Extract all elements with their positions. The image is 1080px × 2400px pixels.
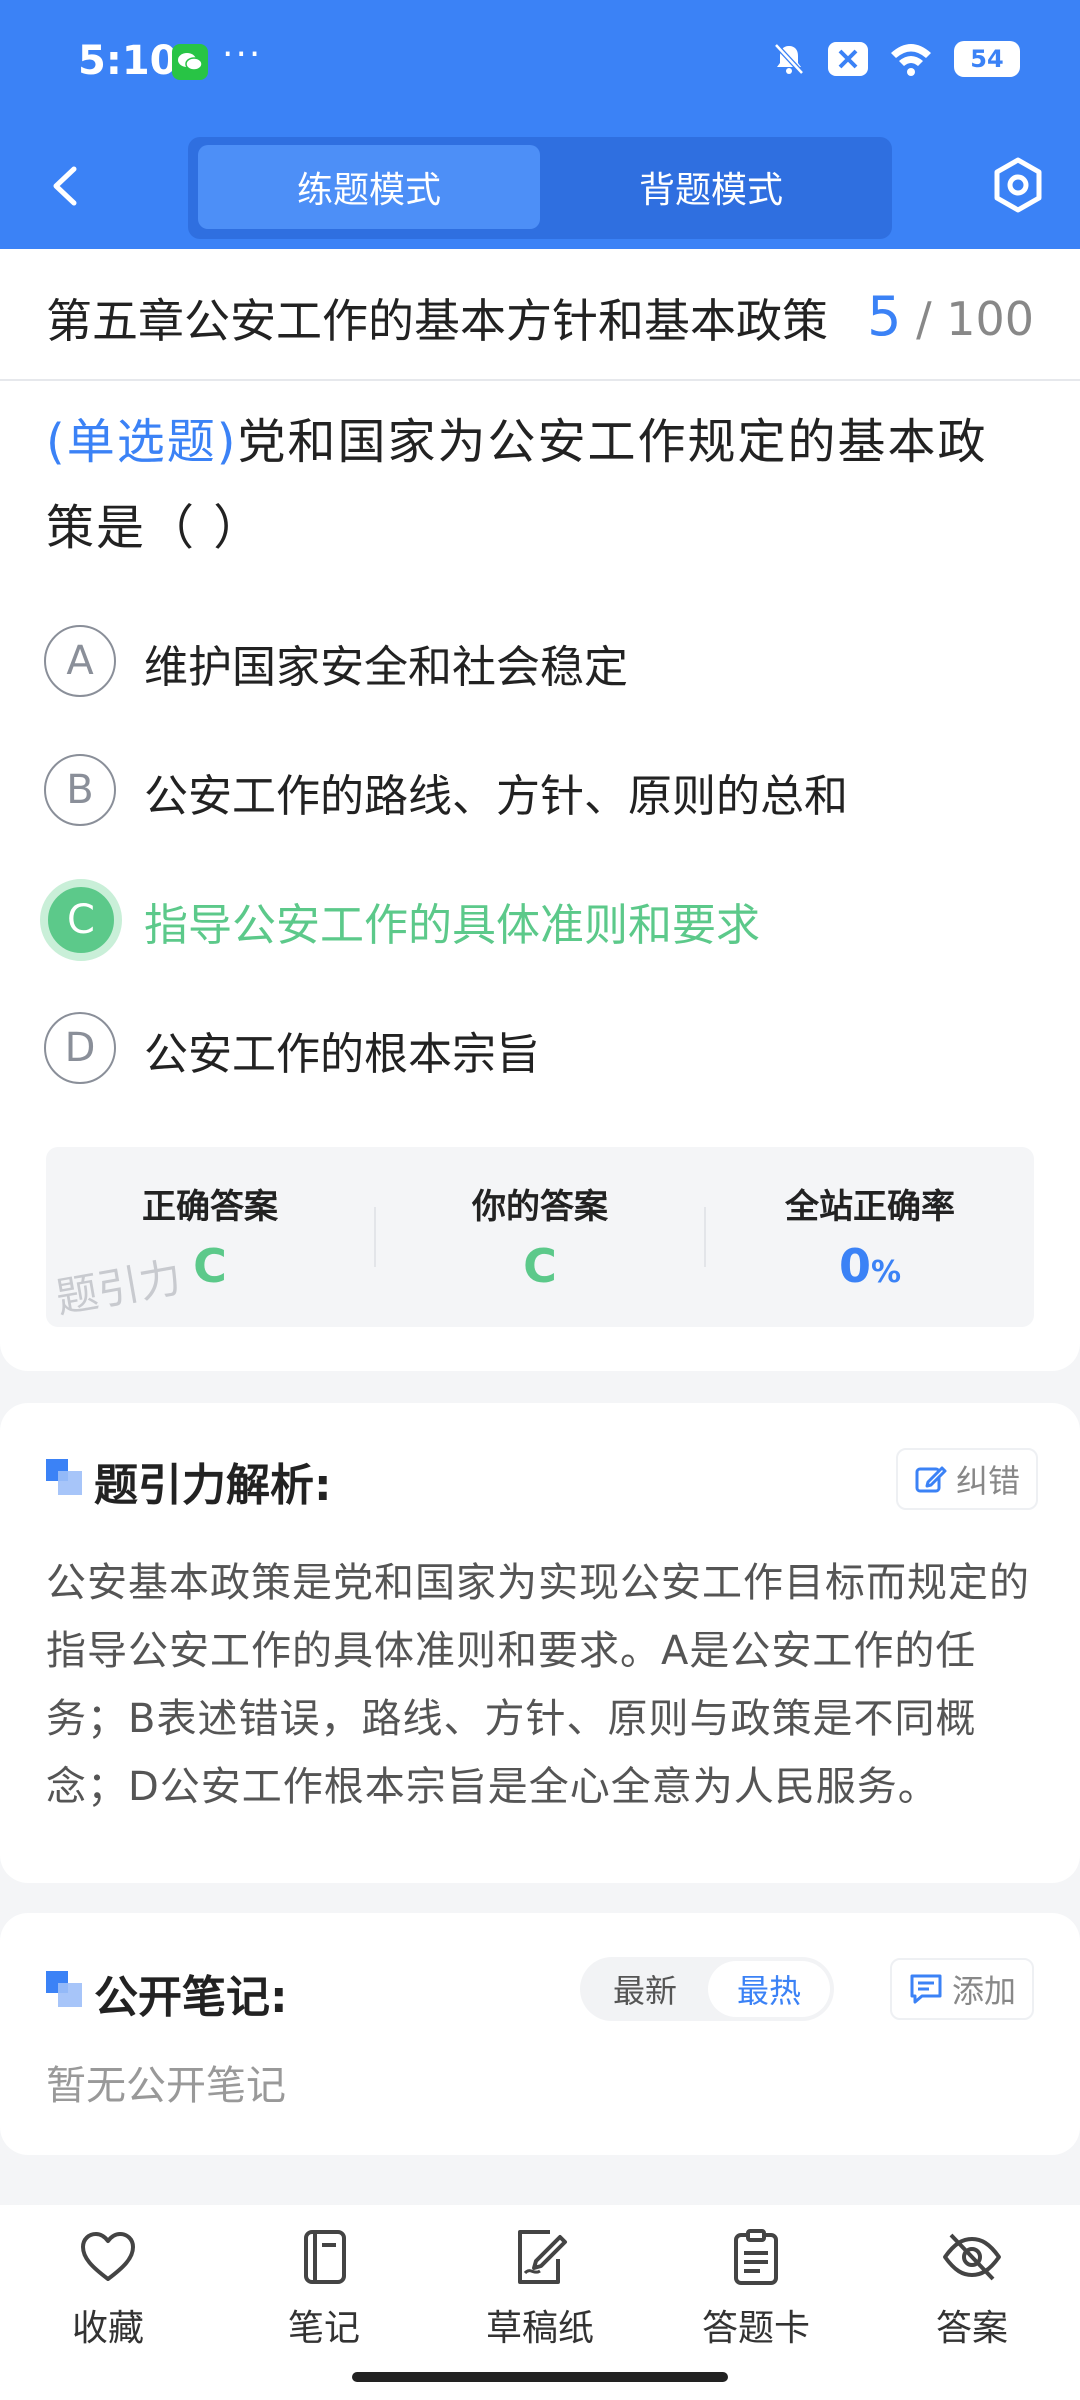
notes-title: 公开笔记: bbox=[94, 1972, 288, 2023]
accuracy-column: 全站正确率 0% bbox=[706, 1147, 1034, 1327]
edit-icon bbox=[915, 1466, 947, 1493]
option-letter: D bbox=[44, 1012, 116, 1084]
accuracy-number: 0 bbox=[838, 1239, 871, 1293]
bottom-toolbar: 收藏 笔记 草稿纸 答题卡 答案 bbox=[0, 2205, 1080, 2400]
option-text: 公安工作的根本宗旨 bbox=[144, 1029, 540, 1080]
public-notes-card: 公开笔记: 最新 最热 添加 暂无公开笔记 bbox=[0, 1913, 1080, 2155]
wechat-notification-icon bbox=[172, 44, 208, 80]
your-answer-value: C bbox=[523, 1239, 557, 1293]
notes-button[interactable]: 笔记 bbox=[249, 2229, 399, 2359]
option-text: 指导公安工作的具体准则和要求 bbox=[144, 900, 760, 951]
favorite-button[interactable]: 收藏 bbox=[33, 2229, 183, 2359]
add-note-label: 添加 bbox=[952, 1972, 1017, 2010]
chapter-row: 第五章公安工作的基本方针和基本政策 5 / 100 bbox=[0, 249, 1080, 381]
tool-label: 答题卡 bbox=[701, 2308, 810, 2349]
chapter-title: 第五章公安工作的基本方针和基本政策 bbox=[46, 294, 828, 348]
comment-icon bbox=[910, 1974, 942, 2004]
option-b[interactable]: B 公安工作的路线、方针、原则的总和 bbox=[44, 748, 1034, 838]
your-answer-column: 你的答案 C bbox=[376, 1147, 704, 1327]
answer-summary: 正确答案 C 你的答案 C 全站正确率 0% 题引力 bbox=[46, 1147, 1034, 1327]
accuracy-unit: % bbox=[870, 1255, 902, 1290]
tab-practice-mode[interactable]: 练题模式 bbox=[198, 145, 540, 229]
your-answer-label: 你的答案 bbox=[472, 1187, 608, 1227]
settings-icon[interactable] bbox=[988, 155, 1048, 215]
correct-answer-label: 正确答案 bbox=[142, 1187, 278, 1227]
question-card: 第五章公安工作的基本方针和基本政策 5 / 100 (单选题)党和国家为公安工作… bbox=[0, 249, 1080, 1371]
status-time: 5:10 bbox=[78, 38, 178, 84]
scratch-paper-button[interactable]: 草稿纸 bbox=[465, 2229, 615, 2359]
total-questions: / 100 bbox=[916, 292, 1034, 346]
sort-hottest[interactable]: 最热 bbox=[708, 1961, 830, 2017]
option-letter: C bbox=[40, 879, 122, 961]
current-question-number: 5 bbox=[867, 285, 902, 348]
nav-row: 练题模式 背题模式 bbox=[0, 125, 1080, 249]
close-notification-icon bbox=[828, 42, 868, 76]
report-error-button[interactable]: 纠错 bbox=[896, 1448, 1039, 1510]
notes-sort-toggle: 最新 最热 bbox=[580, 1957, 834, 2021]
option-d[interactable]: D 公安工作的根本宗旨 bbox=[44, 1006, 1034, 1096]
tool-label: 草稿纸 bbox=[485, 2308, 594, 2349]
wifi-icon bbox=[891, 44, 931, 76]
section-icon bbox=[46, 1459, 82, 1495]
accuracy-label: 全站正确率 bbox=[785, 1187, 955, 1227]
option-text: 公安工作的路线、方针、原则的总和 bbox=[144, 771, 848, 822]
report-error-label: 纠错 bbox=[956, 1462, 1021, 1500]
tab-memorize-mode[interactable]: 背题模式 bbox=[540, 145, 882, 229]
heart-icon bbox=[81, 2232, 135, 2281]
draft-icon bbox=[518, 2230, 567, 2284]
status-icons: 54 bbox=[770, 40, 1020, 78]
app-header: 5:10 ··· 54 练题模式 背题模式 bbox=[0, 0, 1080, 249]
analysis-text: 公安基本政策是党和国家为实现公安工作目标而规定的指导公安工作的具体准则和要求。A… bbox=[46, 1560, 1030, 1810]
eye-off-icon bbox=[943, 2233, 1001, 2281]
analysis-card: 题引力解析: 纠错 公安基本政策是党和国家为实现公安工作目标而规定的指导公安工作… bbox=[0, 1403, 1080, 1883]
empty-notes-text: 暂无公开笔记 bbox=[46, 2063, 286, 2109]
tool-label: 答案 bbox=[935, 2308, 1008, 2349]
question-type: (单选题) bbox=[46, 414, 238, 470]
back-arrow-icon[interactable] bbox=[42, 161, 92, 211]
show-answer-button[interactable]: 答案 bbox=[897, 2229, 1047, 2359]
notebook-icon bbox=[304, 2230, 346, 2284]
mode-switch: 练题模式 背题模式 bbox=[188, 137, 892, 239]
option-text: 维护国家安全和社会稳定 bbox=[144, 642, 628, 693]
option-letter: B bbox=[44, 754, 116, 826]
tool-label: 笔记 bbox=[287, 2308, 360, 2349]
home-indicator[interactable] bbox=[352, 2372, 728, 2382]
answer-sheet-button[interactable]: 答题卡 bbox=[681, 2229, 831, 2359]
option-c[interactable]: C 指导公安工作的具体准则和要求 bbox=[40, 877, 1034, 967]
question-text: (单选题)党和国家为公安工作规定的基本政策是（ ） bbox=[46, 399, 1036, 571]
mute-bell-icon bbox=[774, 43, 804, 75]
status-bar: 5:10 ··· 54 bbox=[0, 0, 1080, 125]
sort-latest[interactable]: 最新 bbox=[584, 1961, 706, 2017]
option-a[interactable]: A 维护国家安全和社会稳定 bbox=[44, 619, 1034, 709]
battery-indicator: 54 bbox=[954, 41, 1020, 77]
add-note-button[interactable]: 添加 bbox=[890, 1958, 1035, 2020]
more-notifications-icon: ··· bbox=[222, 34, 263, 75]
option-letter: A bbox=[44, 625, 116, 697]
answer-card-icon bbox=[734, 2229, 778, 2285]
tool-label: 收藏 bbox=[71, 2308, 144, 2349]
accuracy-value: 0% bbox=[706, 1239, 1034, 1293]
analysis-title: 题引力解析: bbox=[94, 1460, 332, 1511]
question-progress: 5 / 100 bbox=[867, 285, 1034, 348]
section-icon bbox=[46, 1971, 82, 2007]
